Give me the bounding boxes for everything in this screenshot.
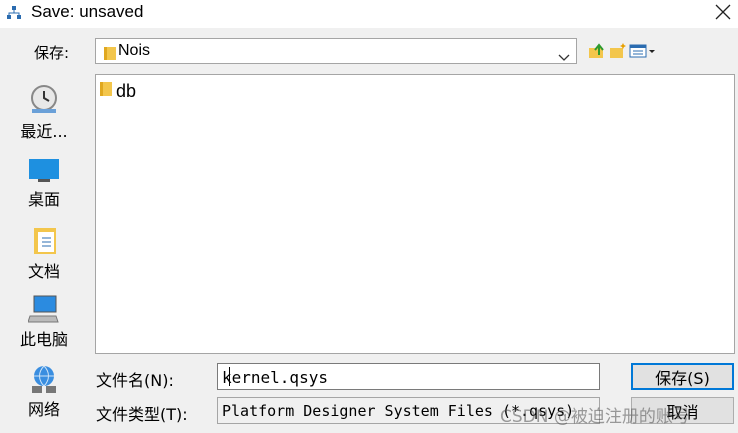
- place-documents[interactable]: 文档: [0, 226, 88, 286]
- save-in-value: Nois: [118, 42, 151, 59]
- place-documents-label: 文档: [27, 262, 60, 281]
- places-bar: 最近... 桌面 文档 此电脑 网络: [0, 72, 88, 433]
- place-network[interactable]: 网络: [0, 364, 88, 424]
- place-this-pc[interactable]: 此电脑: [0, 294, 88, 354]
- up-folder-icon[interactable]: [588, 42, 606, 60]
- watermark: CSDN @被迫注册的账号: [500, 407, 690, 427]
- place-recent[interactable]: 最近...: [0, 84, 88, 150]
- title-bar: Save: unsaved: [0, 0, 738, 28]
- folder-icon: [100, 81, 112, 101]
- app-icon: [6, 5, 22, 21]
- filename-input[interactable]: kernel.qsys: [217, 363, 600, 390]
- folder-icon: [104, 45, 116, 64]
- view-menu-icon[interactable]: [629, 42, 655, 60]
- network-icon: [28, 364, 60, 398]
- place-this-pc-label: 此电脑: [19, 330, 68, 349]
- computer-icon: [27, 294, 60, 328]
- desktop-icon: [28, 158, 60, 186]
- save-button[interactable]: 保存(S): [631, 363, 734, 390]
- file-name: db: [116, 80, 137, 101]
- place-network-label: 网络: [27, 400, 60, 419]
- recent-icon: [28, 84, 60, 118]
- text-caret: [229, 367, 230, 386]
- chevron-down-icon: [558, 47, 570, 66]
- place-desktop-label: 桌面: [27, 190, 60, 209]
- filetype-label: 文件类型(T):: [96, 405, 188, 424]
- save-in-label: 保存:: [34, 44, 70, 62]
- list-item[interactable]: db: [100, 80, 136, 102]
- save-in-dropdown[interactable]: Nois: [95, 38, 577, 64]
- filename-label: 文件名(N):: [96, 371, 174, 390]
- close-icon[interactable]: [708, 0, 738, 24]
- window-title: Save: unsaved: [31, 2, 144, 21]
- new-folder-icon[interactable]: [609, 42, 627, 60]
- documents-icon: [32, 226, 60, 260]
- place-desktop[interactable]: 桌面: [0, 158, 88, 218]
- place-recent-label: 最近...: [20, 122, 68, 141]
- file-list[interactable]: db: [95, 74, 735, 354]
- filename-value: kernel.qsys: [222, 368, 328, 387]
